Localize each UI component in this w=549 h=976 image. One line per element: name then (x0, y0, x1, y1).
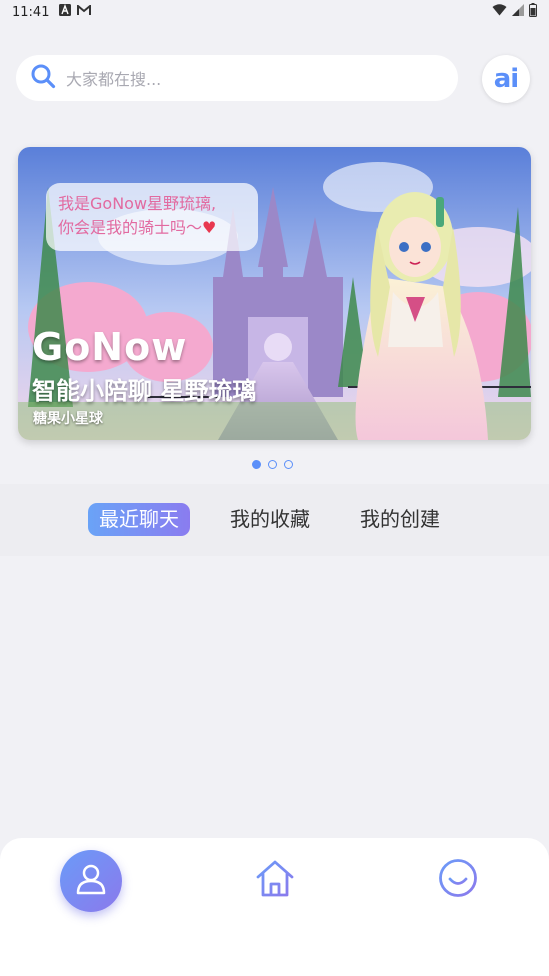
speech-bubble-line2-text: 你会是我的骑士吗〜 (58, 218, 203, 237)
nav-profile-button[interactable] (60, 850, 122, 912)
status-right-icons (492, 3, 537, 21)
carousel-indicator (252, 460, 293, 469)
speech-bubble-line1: 我是GoNow星野琉璃, (58, 194, 217, 213)
banner-tag: 糖果小星球 (33, 411, 103, 427)
banner-carousel[interactable]: 我是GoNow星野琉璃, 你会是我的骑士吗〜♥ GoNow 智能小陪聊 星野琉璃… (18, 147, 531, 440)
carousel-dot[interactable] (268, 460, 277, 469)
carousel-dot[interactable] (252, 460, 261, 469)
banner-brand: GoNow (32, 325, 188, 369)
status-time: 11:41 (12, 4, 50, 20)
ai-button[interactable]: ai (482, 55, 530, 103)
banner-subtitle: 智能小陪聊 星野琉璃 (32, 377, 257, 405)
search-icon (30, 63, 56, 93)
battery-icon (529, 3, 537, 21)
tab-favorites[interactable]: 我的收藏 (230, 503, 310, 536)
speech-bubble: 我是GoNow星野琉璃, 你会是我的骑士吗〜♥ (46, 183, 258, 251)
nav-home-button[interactable] (252, 857, 298, 903)
heart-icon: ♥ (202, 218, 217, 237)
search-placeholder: 大家都在搜... (66, 70, 162, 89)
signal-icon (512, 4, 524, 20)
carousel-dot[interactable] (284, 460, 293, 469)
status-left-icons (59, 3, 92, 20)
wifi-icon (492, 4, 507, 20)
font-icon (59, 4, 72, 20)
gmail-icon (77, 3, 92, 20)
profile-icon (74, 862, 108, 900)
tab-my-creations[interactable]: 我的创建 (360, 503, 440, 536)
search-input[interactable]: 大家都在搜... (16, 55, 458, 101)
nav-discover-button[interactable] (435, 857, 481, 903)
status-bar: 11:41 (0, 0, 549, 24)
speech-bubble-line2: 你会是我的骑士吗〜♥ (58, 216, 246, 240)
home-icon (254, 858, 296, 902)
tab-recent-chats[interactable]: 最近聊天 (88, 503, 190, 536)
smile-icon (437, 857, 479, 903)
ai-button-label: ai (493, 64, 519, 94)
